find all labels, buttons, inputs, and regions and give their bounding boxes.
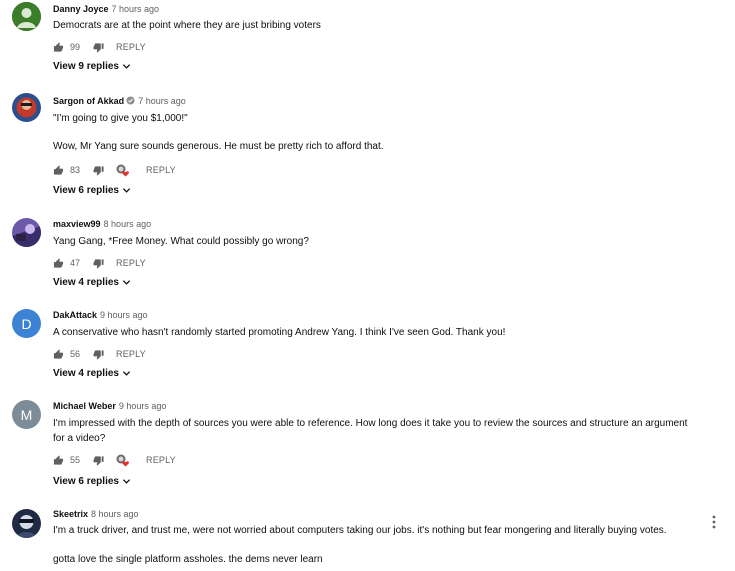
comment-time[interactable]: 7 hours ago	[112, 4, 160, 14]
thumb-up-icon[interactable]	[53, 454, 64, 466]
comment-header: Danny Joyce 7 hours ago	[53, 4, 159, 14]
avatar-image	[12, 509, 41, 538]
comment-text: I'm impressed with the depth of sources …	[53, 416, 713, 446]
avatar[interactable]	[12, 2, 41, 31]
avatar[interactable]	[12, 509, 41, 538]
comment-time[interactable]: 8 hours ago	[91, 509, 139, 519]
comment-header: Michael Weber 9 hours ago	[53, 401, 166, 411]
comment-time[interactable]: 7 hours ago	[138, 96, 186, 106]
comment-line: Democrats are at the point where they ar…	[53, 20, 321, 31]
thumb-down-icon[interactable]	[93, 165, 104, 176]
comment-text: Yang Gang, *Free Money. What could possi…	[53, 234, 713, 249]
like-count: 83	[70, 165, 81, 175]
avatar[interactable]: D	[12, 309, 41, 338]
author-name[interactable]: Michael Weber	[53, 401, 116, 411]
view-replies-label: View 4 replies	[53, 368, 119, 379]
view-replies-button[interactable]: View 4 replies	[53, 277, 131, 288]
creator-heart-icon	[116, 164, 129, 176]
comment-line: Wow, Mr Yang sure sounds generous. He mu…	[53, 141, 384, 152]
view-replies-label: View 9 replies	[53, 61, 119, 72]
comment-line	[53, 538, 713, 552]
author-name[interactable]: DakAttack	[53, 310, 97, 320]
thumb-up-icon[interactable]	[53, 164, 64, 176]
chevron-down-icon	[122, 479, 131, 484]
author-name[interactable]: Danny Joyce	[53, 4, 109, 14]
avatar-image	[12, 218, 41, 247]
comment-line: Yang Gang, *Free Money. What could possi…	[53, 236, 309, 247]
view-replies-button[interactable]: View 6 replies	[53, 185, 131, 196]
comment-line: I'm a truck driver, and trust me, were n…	[53, 525, 667, 536]
thumb-down-icon[interactable]	[93, 455, 104, 466]
comment-line: A conservative who hasn't randomly start…	[53, 327, 506, 338]
like-count: 99	[70, 42, 81, 52]
avatar[interactable]: M	[12, 400, 41, 429]
comment-actions: 55 REPLY	[53, 453, 176, 467]
comment-line: gotta love the single platform assholes.…	[53, 554, 323, 565]
comment-actions: 47 REPLY	[53, 256, 146, 270]
comment-time[interactable]: 8 hours ago	[104, 219, 152, 229]
comment-line: "I'm going to give you $1,000!"	[53, 113, 188, 124]
view-replies-label: View 6 replies	[53, 476, 119, 487]
view-replies-button[interactable]: View 6 replies	[53, 476, 131, 487]
reply-button[interactable]: REPLY	[146, 455, 176, 465]
verified-check-icon	[126, 96, 135, 105]
view-replies-label: View 4 replies	[53, 277, 119, 288]
reply-button[interactable]: REPLY	[116, 258, 146, 268]
chevron-down-icon	[122, 188, 131, 193]
chevron-down-icon	[122, 371, 131, 376]
reply-button[interactable]: REPLY	[116, 42, 146, 52]
comment-line	[53, 126, 713, 139]
comment-header: maxview99 8 hours ago	[53, 219, 151, 229]
view-replies-button[interactable]: View 4 replies	[53, 368, 131, 379]
thumb-up-icon[interactable]	[53, 257, 64, 269]
thumb-down-icon[interactable]	[93, 258, 104, 269]
reply-button[interactable]: REPLY	[146, 165, 176, 175]
comment-text: I'm a truck driver, and trust me, were n…	[53, 523, 713, 567]
comment-time[interactable]: 9 hours ago	[119, 401, 167, 411]
comment-actions: 99 REPLY	[53, 40, 146, 54]
thumb-down-icon[interactable]	[93, 42, 104, 53]
comment-line: I'm impressed with the depth of sources …	[53, 418, 688, 429]
chevron-down-icon	[122, 280, 131, 285]
comment-header: Sargon of Akkad 7 hours ago	[53, 96, 186, 106]
author-name[interactable]: maxview99	[53, 219, 101, 229]
thumb-up-icon[interactable]	[53, 41, 64, 53]
comment-actions: 56 REPLY	[53, 347, 146, 361]
like-count: 56	[70, 349, 81, 359]
like-count: 55	[70, 455, 81, 465]
author-name[interactable]: Sargon of Akkad	[53, 96, 124, 106]
comment-time[interactable]: 9 hours ago	[100, 310, 148, 320]
comment-header: DakAttack 9 hours ago	[53, 310, 148, 320]
comment-text: Democrats are at the point where they ar…	[53, 18, 713, 33]
more-vert-icon[interactable]	[712, 515, 716, 529]
creator-heart-icon	[116, 454, 129, 466]
avatar[interactable]	[12, 218, 41, 247]
comment-text: A conservative who hasn't randomly start…	[53, 325, 713, 340]
reply-button[interactable]: REPLY	[116, 349, 146, 359]
avatar-image	[12, 2, 41, 31]
like-count: 47	[70, 258, 81, 268]
thumb-down-icon[interactable]	[93, 349, 104, 360]
view-replies-label: View 6 replies	[53, 185, 119, 196]
comment-text: "I'm going to give you $1,000!" Wow, Mr …	[53, 111, 713, 154]
comment-actions: 83 REPLY	[53, 163, 176, 177]
avatar-letter: D	[21, 315, 32, 332]
avatar[interactable]	[12, 93, 41, 122]
thumb-up-icon[interactable]	[53, 348, 64, 360]
avatar-image	[12, 93, 41, 122]
view-replies-button[interactable]: View 9 replies	[53, 61, 131, 72]
comment-line: for a video?	[53, 433, 106, 444]
comment-header: Skeetrix 8 hours ago	[53, 509, 139, 519]
chevron-down-icon	[122, 64, 131, 69]
avatar-letter: M	[20, 406, 33, 423]
author-name[interactable]: Skeetrix	[53, 509, 88, 519]
